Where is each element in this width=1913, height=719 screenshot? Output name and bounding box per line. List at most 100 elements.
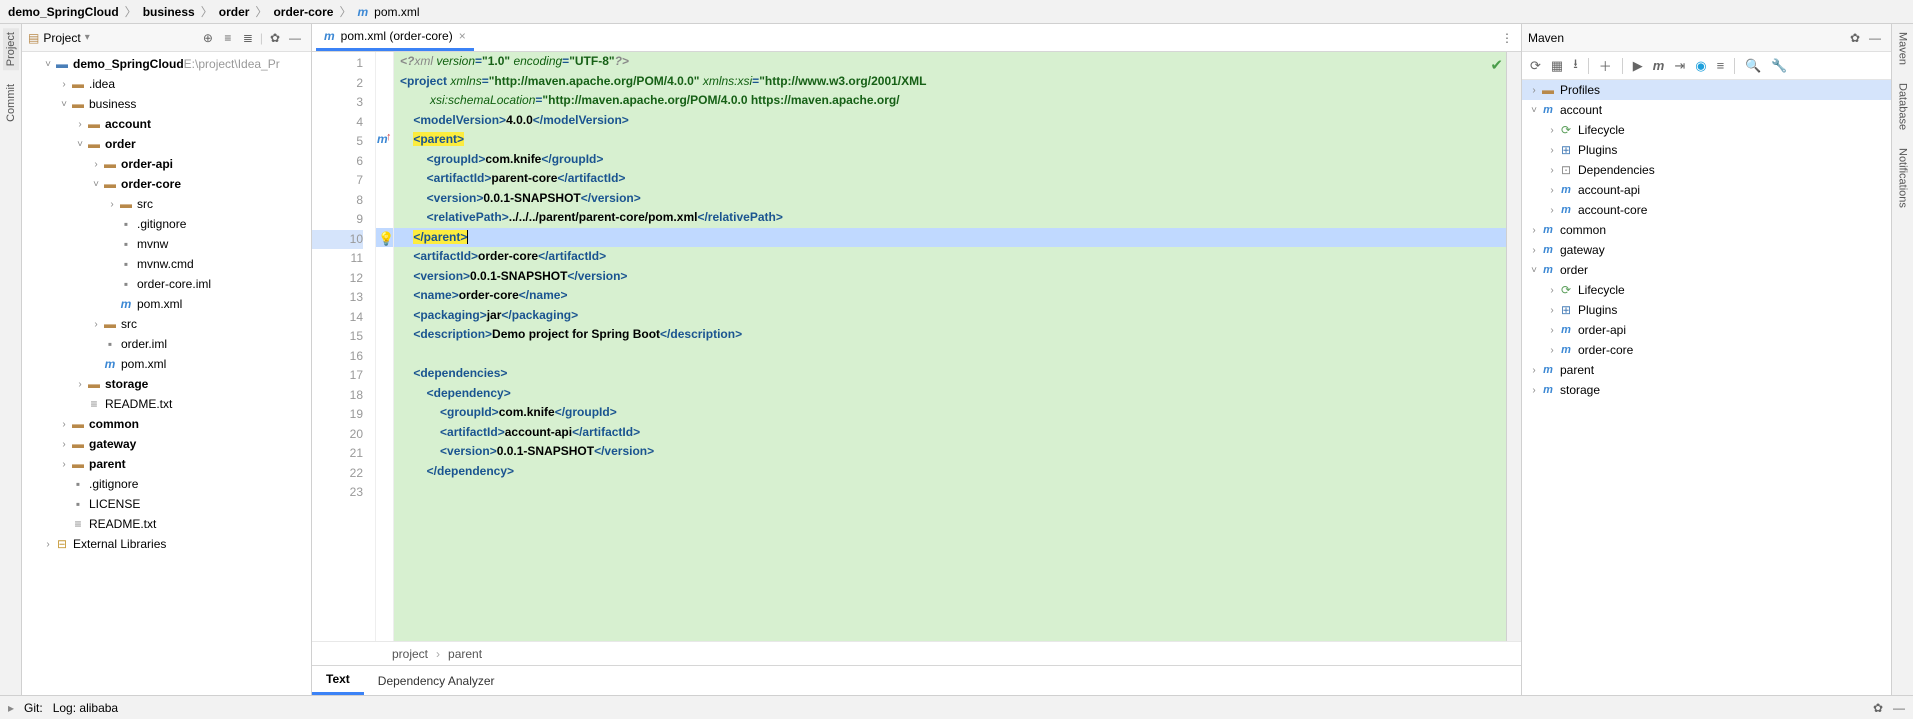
tree-chevron-icon[interactable]: › <box>58 439 70 450</box>
maven-show-options-icon[interactable]: ≡ <box>1717 58 1725 73</box>
tree-chevron-icon[interactable]: ˅ <box>74 139 86 150</box>
lower-tab-text[interactable]: Text <box>312 666 364 695</box>
editor-body[interactable]: 1234567891011121314151617181920212223 m↑… <box>312 52 1521 641</box>
maven-reload-icon[interactable]: ⟳ <box>1530 58 1541 74</box>
tree-chevron-icon[interactable]: › <box>74 379 86 390</box>
tree-chevron-icon[interactable]: › <box>90 319 102 330</box>
tree-chevron-icon[interactable]: › <box>1528 225 1540 236</box>
tree-item[interactable]: ›▬parent <box>22 454 311 474</box>
tree-chevron-icon[interactable]: › <box>1546 145 1558 156</box>
code-line[interactable]: <version>0.0.1-SNAPSHOT</version> <box>394 189 1521 209</box>
tree-chevron-icon[interactable]: › <box>1528 385 1540 396</box>
tree-chevron-icon[interactable]: ˅ <box>1528 265 1540 276</box>
maven-generate-sources-icon[interactable]: ▦ <box>1551 58 1563 74</box>
tree-item[interactable]: ˅▬business <box>22 94 311 114</box>
tree-item[interactable]: ▪LICENSE <box>22 494 311 514</box>
maven-add-icon[interactable]: ＋ <box>1599 56 1612 75</box>
maven-tree-item[interactable]: ›⊞Plugins <box>1522 140 1891 160</box>
code-line[interactable]: <modelVersion>4.0.0</modelVersion> <box>394 111 1521 131</box>
tree-chevron-icon[interactable]: › <box>58 459 70 470</box>
status-log-label[interactable]: Log: alibaba <box>53 701 118 715</box>
tree-item[interactable]: mpom.xml <box>22 294 311 314</box>
maven-tree[interactable]: ›▬Profiles˅maccount›⟳Lifecycle›⊞Plugins›… <box>1522 80 1891 695</box>
code-line[interactable]: <project xmlns="http://maven.apache.org/… <box>394 72 1521 92</box>
maven-tree-item[interactable]: ›mparent <box>1522 360 1891 380</box>
tree-chevron-icon[interactable]: › <box>1546 185 1558 196</box>
maven-tree-item[interactable]: ›maccount-api <box>1522 180 1891 200</box>
breadcrumb-segment[interactable]: pom.xml <box>374 5 419 19</box>
breadcrumb-segment[interactable]: business <box>143 5 195 19</box>
maven-tree-item[interactable]: ›⊞Plugins <box>1522 300 1891 320</box>
code-line[interactable]: xsi:schemaLocation="http://maven.apache.… <box>394 91 1521 111</box>
tree-item[interactable]: ›▬order-api <box>22 154 311 174</box>
tree-item[interactable]: ›▬src <box>22 194 311 214</box>
tree-item[interactable]: ▪mvnw.cmd <box>22 254 311 274</box>
tree-item[interactable]: ›▬.idea <box>22 74 311 94</box>
left-tab-commit[interactable]: Commit <box>3 80 19 126</box>
tree-chevron-icon[interactable]: › <box>1546 345 1558 356</box>
editor-structure-crumb[interactable]: project › parent <box>312 641 1521 665</box>
code-line[interactable]: <relativePath>../../../parent/parent-cor… <box>394 208 1521 228</box>
tree-chevron-icon[interactable]: › <box>1546 125 1558 136</box>
code-line[interactable] <box>394 481 1521 501</box>
maven-find-icon[interactable]: 🔍 <box>1745 58 1761 74</box>
maven-hide-icon[interactable]: — <box>1865 28 1885 48</box>
maven-settings-icon[interactable]: ✿ <box>1845 28 1865 48</box>
code-line[interactable]: <groupId>com.knife</groupId> <box>394 403 1521 423</box>
tree-item[interactable]: ▪order.iml <box>22 334 311 354</box>
close-tab-icon[interactable]: × <box>459 29 466 43</box>
breadcrumb-segment[interactable]: demo_SpringCloud <box>8 5 119 19</box>
lower-tab-dependency-analyzer[interactable]: Dependency Analyzer <box>364 666 509 695</box>
tree-chevron-icon[interactable]: ˅ <box>1528 105 1540 116</box>
status-settings-icon[interactable]: ✿ <box>1873 701 1883 715</box>
maven-tree-item[interactable]: ›▬Profiles <box>1522 80 1891 100</box>
tree-chevron-icon[interactable]: › <box>1546 325 1558 336</box>
maven-download-icon[interactable]: ⭳ <box>1573 55 1578 77</box>
tree-item[interactable]: ▪.gitignore <box>22 474 311 494</box>
tree-item[interactable]: ▪mvnw <box>22 234 311 254</box>
tree-item[interactable]: ›▬common <box>22 414 311 434</box>
tree-item[interactable]: ≡README.txt <box>22 394 311 414</box>
code-line[interactable]: <name>order-core</name> <box>394 286 1521 306</box>
code-line[interactable]: <packaging>jar</packaging> <box>394 306 1521 326</box>
editor-tab-pom[interactable]: m pom.xml (order-core) × <box>316 24 474 51</box>
hide-icon[interactable]: — <box>285 28 305 48</box>
tree-item[interactable]: ›▬src <box>22 314 311 334</box>
maven-offline-icon[interactable]: ◉ <box>1695 58 1706 74</box>
locate-icon[interactable]: ⊕ <box>198 28 218 48</box>
code-line[interactable] <box>394 345 1521 365</box>
tree-chevron-icon[interactable]: › <box>1528 365 1540 376</box>
tree-item[interactable]: ›⊟External Libraries <box>22 534 311 554</box>
tree-chevron-icon[interactable]: › <box>1546 165 1558 176</box>
maven-tree-item[interactable]: ›maccount-core <box>1522 200 1891 220</box>
tree-item[interactable]: ˅▬order-core <box>22 174 311 194</box>
code-line[interactable]: </dependency> <box>394 462 1521 482</box>
status-hide-icon[interactable]: — <box>1893 701 1905 715</box>
tree-chevron-icon[interactable]: › <box>1546 305 1558 316</box>
code-line[interactable]: <dependencies> <box>394 364 1521 384</box>
tree-item[interactable]: ≡README.txt <box>22 514 311 534</box>
code-line[interactable]: <artifactId>account-api</artifactId> <box>394 423 1521 443</box>
tree-chevron-icon[interactable]: › <box>1528 245 1540 256</box>
maven-tree-item[interactable]: ˅maccount <box>1522 100 1891 120</box>
code-line[interactable]: <version>0.0.1-SNAPSHOT</version> <box>394 442 1521 462</box>
maven-tree-item[interactable]: ›mgateway <box>1522 240 1891 260</box>
code-area[interactable]: ✔ <?xml version="1.0" encoding="UTF-8"?>… <box>394 52 1521 641</box>
breadcrumb-segment[interactable]: order-core <box>273 5 333 19</box>
tree-chevron-icon[interactable]: ˅ <box>90 179 102 190</box>
editor-gutter[interactable]: 1234567891011121314151617181920212223 <box>312 52 376 641</box>
expand-all-icon[interactable]: ≡ <box>218 28 238 48</box>
tree-item[interactable]: ›▬account <box>22 114 311 134</box>
right-tab-maven[interactable]: Maven <box>1895 28 1911 69</box>
tree-item[interactable]: ›▬gateway <box>22 434 311 454</box>
maven-tree-item[interactable]: ›mstorage <box>1522 380 1891 400</box>
tree-chevron-icon[interactable]: › <box>1528 85 1540 96</box>
tree-item[interactable]: ▪order-core.iml <box>22 274 311 294</box>
code-line[interactable]: <groupId>com.knife</groupId> <box>394 150 1521 170</box>
intention-bulb-icon[interactable]: 💡 <box>378 231 394 247</box>
tree-chevron-icon[interactable]: › <box>74 119 86 130</box>
breadcrumb-segment[interactable]: order <box>219 5 250 19</box>
tree-chevron-icon[interactable]: › <box>1546 205 1558 216</box>
tree-chevron-icon[interactable]: › <box>58 419 70 430</box>
status-git-label[interactable]: Git: <box>24 701 43 715</box>
